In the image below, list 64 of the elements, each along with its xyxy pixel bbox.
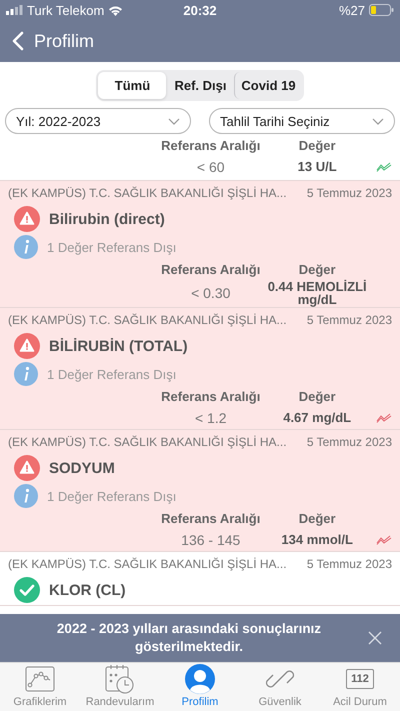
result-value: 134 mmol/L (280, 532, 354, 547)
info-text: 1 Değer Referans Dışı (47, 488, 176, 504)
hospital-name: (EK KAMPÜS) T.C. SAĞLIK BAKANLIĞI ŞİŞLİ HA... (8, 434, 287, 448)
hospital-name: (EK KAMPÜS) T.C. SAĞLIK BAKANLIĞI ŞİŞLİ HA... (8, 186, 287, 200)
info-text: 1 Değer Referans Dışı (47, 366, 176, 382)
test-name: BİLİRUBİN (TOTAL) (49, 338, 188, 354)
tab-bar-item[interactable]: Profilim (160, 663, 240, 711)
chevron-down-icon (372, 118, 384, 124)
info-icon (14, 235, 38, 259)
value-label: Değer (298, 262, 337, 277)
segment-tab[interactable]: Ref. Dışı (166, 72, 234, 98)
value-label: Değer (298, 389, 337, 404)
line-chart-icon (25, 666, 55, 692)
tab-bar-item[interactable]: 112 Acil Durum (320, 663, 400, 711)
result-date: 5 Temmuz 2023 (306, 312, 392, 326)
battery-percent: %27 (338, 2, 365, 18)
segment-tab[interactable]: Covid 19 (234, 72, 302, 98)
back-icon[interactable] (12, 31, 24, 51)
info-icon (14, 362, 38, 386)
test-name: Bilirubin (direct) (49, 210, 165, 228)
status-time: 20:32 (183, 2, 217, 18)
range-label: Referans Aralığı (160, 138, 262, 153)
range-label: Referans Aralığı (160, 511, 262, 526)
tab-bar-item[interactable]: Randevularım (80, 663, 160, 711)
info-icon (14, 484, 38, 508)
result-date: 5 Temmuz 2023 (306, 186, 392, 200)
reference-range: < 1.2 (194, 410, 228, 426)
battery-icon (369, 4, 394, 16)
result-value: 0.44 HEMOLİZLİ mg/dL (266, 279, 368, 307)
toast-message: 2022 - 2023 yılları arasındaki sonuçlarınız gösterilmektedir. (56, 620, 322, 656)
hospital-name: (EK KAMPÜS) T.C. SAĞLIK BAKANLIĞI ŞİŞLİ HA... (8, 556, 287, 570)
signal-icon (6, 5, 23, 15)
info-text: 1 Değer Referans Dışı (47, 240, 176, 254)
trend-icon[interactable] (376, 162, 392, 172)
chevron-down-icon (168, 118, 180, 124)
result-date: 5 Temmuz 2023 (306, 556, 392, 570)
segment-tab[interactable]: Tümü (98, 72, 166, 98)
result-value: 4.67 mg/dL (282, 410, 352, 425)
carrier-name: Turk Telekom (27, 2, 104, 18)
filter-dropdown[interactable]: Tahlil Tarihi Seçiniz (209, 108, 395, 134)
result-date: 5 Temmuz 2023 (306, 434, 392, 448)
tab-bar-item[interactable]: Güvenlik (240, 663, 320, 711)
reference-range: < 60 (196, 158, 226, 174)
range-label: Referans Aralığı (160, 262, 262, 277)
filter-dropdown[interactable]: Yıl: 2022-2023 (5, 108, 191, 134)
reference-range: < 0.30 (190, 285, 232, 301)
emergency-number-icon: 112 (346, 669, 374, 689)
wifi-icon (108, 4, 124, 16)
hospital-name: (EK KAMPÜS) T.C. SAĞLIK BAKANLIĞI ŞİŞLİ HA... (8, 312, 287, 326)
range-label: Referans Aralığı (160, 389, 262, 404)
trend-icon[interactable] (376, 534, 392, 544)
test-name: SODYUM (49, 460, 115, 476)
value-label: Değer (298, 138, 337, 153)
reference-range: 136 - 145 (180, 532, 242, 548)
result-value: 13 U/L (296, 159, 338, 174)
screen-title: Profilim (34, 30, 94, 52)
result-card[interactable]: (EK KAMPÜS) T.C. SAĞLIK BAKANLIĞI ŞİŞLİ HA... 5 Temmuz 2023 SODYUM 1 Değer Referans Dışı Referans Aralığı Değer 136 - 145 134 mmol/L (0, 430, 400, 552)
tab-bar-item[interactable]: Grafiklerim (0, 663, 80, 711)
result-card[interactable]: (EK KAMPÜS) T.C. SAĞLIK BAKANLIĞI ŞİŞLİ HA... 5 Temmuz 2023 Bilirubin (direct) 1 Değer Referans Dışı Referans Aralığı Değer < 0.30 0.44 HEMOLİZLİ mg/dL (0, 181, 400, 308)
result-card[interactable]: (EK KAMPÜS) T.C. SAĞLIK BAKANLIĞI ŞİŞLİ HA... 5 Temmuz 2023 BİLİRUBİN (TOTAL) 1 Değer Referans Dışı Referans Aralığı Değer < 1.2 4.67 mg/dL (0, 308, 400, 430)
close-icon[interactable] (368, 631, 382, 645)
trend-icon[interactable] (376, 412, 392, 422)
test-name: KLOR (CL) (49, 582, 126, 598)
value-label: Değer (298, 511, 337, 526)
